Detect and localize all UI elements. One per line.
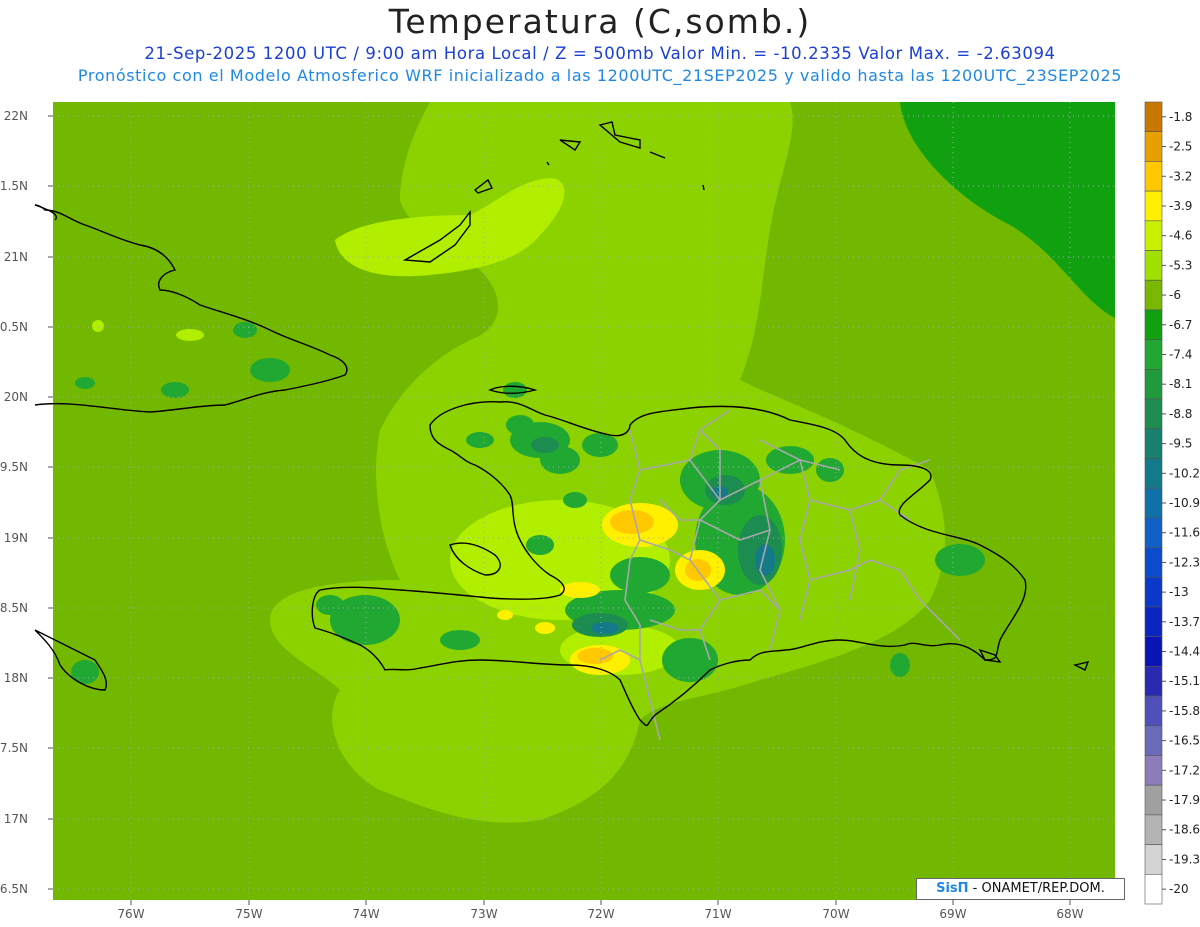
legend-label: -2.5 — [1169, 140, 1192, 154]
legend-swatch — [1144, 131, 1163, 162]
legend-swatch — [1144, 487, 1163, 519]
legend-label: -15.1 — [1169, 674, 1200, 688]
lon-axis: 76W 75W 74W 73W 72W 71W 70W 69W 68W — [117, 907, 1083, 921]
legend-swatch — [1144, 755, 1163, 786]
lon-label: 74W — [352, 907, 379, 921]
lat-label: 19N — [4, 531, 28, 545]
legend-swatch — [1144, 190, 1163, 222]
legend-swatch — [1144, 220, 1163, 251]
lon-label: 71W — [704, 907, 731, 921]
brand-logo: SisΠ — [936, 881, 969, 896]
legend-label: -6.7 — [1169, 318, 1192, 332]
lat-label: 20N — [4, 390, 28, 404]
legend-label: -3.2 — [1169, 169, 1192, 183]
lat-label: 17N — [4, 812, 28, 826]
legend-label: -13.7 — [1169, 615, 1200, 629]
legend-label: -19.3 — [1169, 852, 1200, 866]
color-legend: -1.8 -2.5 -3.2 -3.9 -4.6 -5.3 -6 -6.7 -7.4 -8.1 -8… — [1144, 101, 1200, 905]
legend-label: -17.2 — [1169, 763, 1200, 777]
legend-swatch — [1144, 428, 1163, 459]
legend-swatch — [1144, 873, 1163, 905]
legend-swatch — [1144, 784, 1163, 816]
legend-swatch — [1144, 576, 1163, 608]
legend-swatch — [1144, 844, 1163, 875]
legend-label: -8.1 — [1169, 377, 1192, 391]
lat-axis: 22N 21.5N 21N 20.5N 20N 19.5N 19N 18.5N … — [0, 109, 28, 896]
lon-label: 76W — [117, 907, 144, 921]
legend-label: -13 — [1169, 585, 1189, 599]
lon-label: 72W — [587, 907, 614, 921]
legend-swatch — [1144, 547, 1163, 578]
legend-label: -20 — [1169, 882, 1189, 896]
legend-swatch — [1144, 458, 1163, 489]
legend-label: -18.6 — [1169, 823, 1200, 837]
lat-label: 18.5N — [0, 601, 28, 615]
lat-label: 20.5N — [0, 320, 28, 334]
lon-label: 75W — [235, 907, 262, 921]
legend-swatch — [1144, 695, 1163, 727]
legend-label: -8.8 — [1169, 407, 1192, 421]
legend-label: -3.9 — [1169, 199, 1192, 213]
legend-swatch — [1144, 814, 1163, 845]
legend-swatch — [1144, 517, 1163, 548]
legend-label: -9.5 — [1169, 437, 1192, 451]
legend-swatch — [1144, 309, 1163, 340]
legend-label: -5.3 — [1169, 258, 1192, 272]
lat-label: 19.5N — [0, 460, 28, 474]
lat-label: 21N — [4, 250, 28, 264]
legend-label: -6 — [1169, 288, 1181, 302]
legend-swatch — [1144, 250, 1163, 281]
legend-swatch — [1144, 666, 1163, 697]
lat-label: 22N — [4, 109, 28, 123]
lon-label: 68W — [1056, 907, 1083, 921]
legend-label: -1.8 — [1169, 110, 1192, 124]
legend-swatch — [1144, 606, 1163, 637]
legend-swatch — [1144, 369, 1163, 400]
legend-label: -15.8 — [1169, 704, 1200, 718]
legend-swatch — [1144, 339, 1163, 370]
legend-label: -10.9 — [1169, 496, 1200, 510]
legend-swatch — [1144, 398, 1163, 430]
legend-swatch — [1144, 725, 1163, 756]
lon-label: 69W — [939, 907, 966, 921]
legend-label: -10.2 — [1169, 466, 1200, 480]
legend-swatch — [1144, 161, 1163, 192]
temperature-map: 22N 21.5N 21N 20.5N 20N 19.5N 19N 18.5N … — [0, 101, 1200, 921]
lon-ticks — [130, 900, 1071, 905]
lat-label: 21.5N — [0, 179, 28, 193]
legend-swatch — [1144, 636, 1163, 667]
lon-label: 73W — [470, 907, 497, 921]
legend-label: -12.3 — [1169, 555, 1200, 569]
legend-label: -14.4 — [1169, 645, 1200, 659]
legend-label: -16.5 — [1169, 734, 1200, 748]
lat-label: 16.5N — [0, 882, 28, 896]
legend-swatch — [1144, 279, 1163, 311]
credit-text: - ONAMET/REP.DOM. — [968, 881, 1105, 896]
credit-box: SisΠ - ONAMET/REP.DOM. — [916, 878, 1125, 900]
legend-label: -17.9 — [1169, 793, 1200, 807]
legend-swatch — [1144, 101, 1163, 133]
lat-label: 17.5N — [0, 741, 28, 755]
legend-label: -11.6 — [1169, 526, 1200, 540]
legend-label: -7.4 — [1169, 347, 1192, 361]
lon-label: 70W — [822, 907, 849, 921]
legend-label: -4.6 — [1169, 229, 1192, 243]
lat-label: 18N — [4, 671, 28, 685]
lat-ticks — [48, 115, 53, 890]
